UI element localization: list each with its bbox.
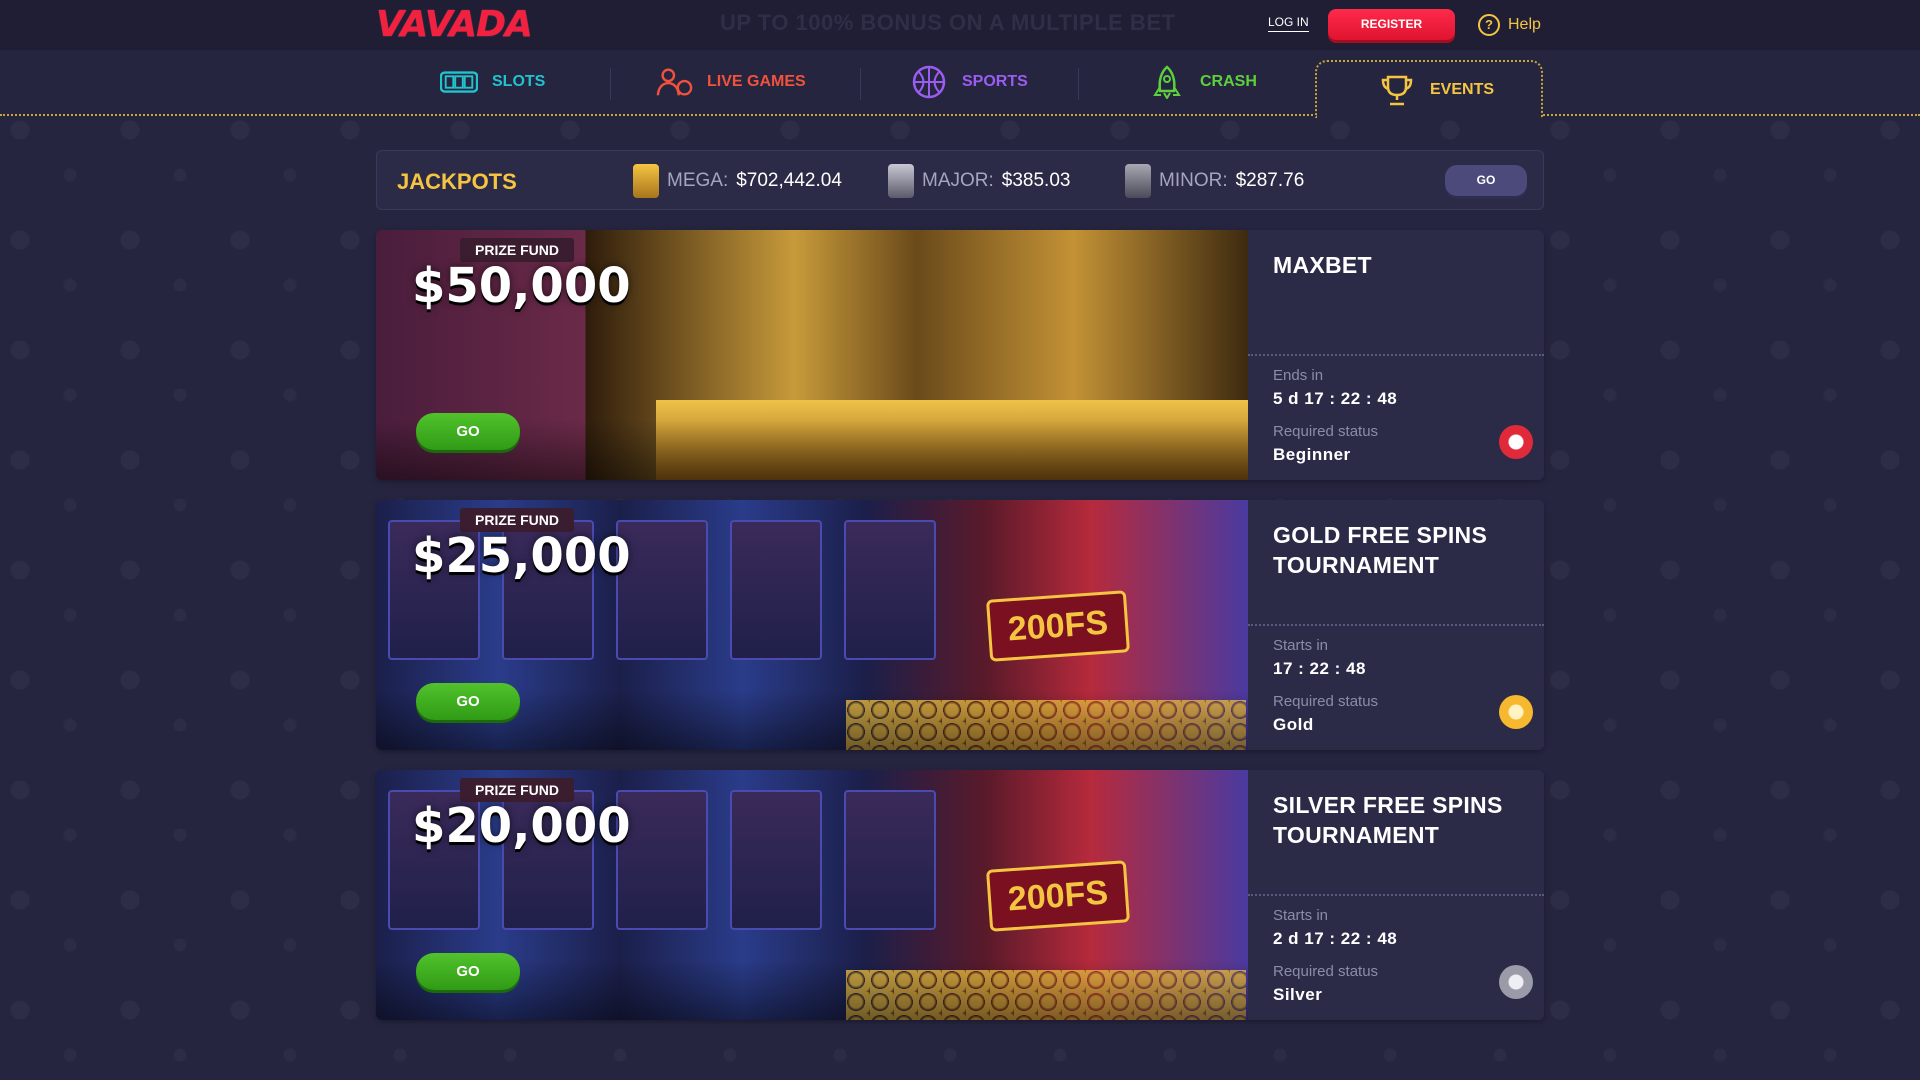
required-status-value: Beginner bbox=[1273, 445, 1351, 464]
nav-separator bbox=[1078, 68, 1079, 100]
required-status-value: Silver bbox=[1273, 985, 1323, 1004]
help-label: Help bbox=[1508, 16, 1541, 33]
beginner-status-icon bbox=[1499, 425, 1533, 459]
prize-fund-amount: $20,000 bbox=[412, 798, 631, 854]
jackpot-mega: MEGA: $702,442.04 bbox=[633, 163, 842, 199]
event-card-silver-free-spins: 200FS PRIZE FUND $20,000 GO SILVER FREE … bbox=[376, 770, 1544, 1020]
main-nav: SLOTS LIVE GAMES SPORTS CRASH EVENTS bbox=[0, 50, 1920, 118]
trophy-icon bbox=[1378, 74, 1416, 106]
promo-banner-text: UP TO 100% BONUS ON A MULTIPLE BET bbox=[720, 10, 1176, 35]
required-status-label: Required status bbox=[1273, 963, 1379, 980]
event-title[interactable]: SILVER FREE SPINS TOURNAMENT bbox=[1273, 790, 1533, 850]
banner-slot-artwork bbox=[730, 790, 822, 930]
help-link[interactable]: ? Help bbox=[1478, 12, 1541, 38]
event-countdown: 5 d 17 : 22 : 48 bbox=[1273, 389, 1398, 408]
nav-item-events[interactable]: EVENTS bbox=[1378, 72, 1494, 108]
jackpots-title: JACKPOTS bbox=[397, 169, 517, 194]
nav-item-live-games[interactable]: LIVE GAMES bbox=[655, 64, 806, 100]
banner-slot-artwork bbox=[730, 520, 822, 660]
free-spins-sign: 200FS bbox=[986, 860, 1130, 932]
nav-label-sports: SPORTS bbox=[962, 73, 1028, 90]
jackpot-mega-label: MEGA: bbox=[667, 170, 729, 191]
event-banner-image[interactable]: 200FS PRIZE FUND $25,000 GO bbox=[376, 500, 1248, 750]
info-divider bbox=[1248, 894, 1544, 896]
jackpots-go-button[interactable]: GO bbox=[1445, 165, 1527, 196]
major-jackpot-icon bbox=[888, 164, 914, 198]
event-time-label: Starts in bbox=[1273, 637, 1329, 654]
mega-jackpot-icon bbox=[633, 164, 659, 198]
help-icon: ? bbox=[1478, 14, 1500, 36]
banner-slot-artwork bbox=[844, 790, 936, 930]
silver-status-icon bbox=[1499, 965, 1533, 999]
prize-fund-amount: $50,000 bbox=[412, 258, 631, 314]
slot-machine-icon bbox=[440, 66, 478, 98]
event-countdown: 2 d 17 : 22 : 48 bbox=[1273, 929, 1398, 948]
jackpot-major: MAJOR: $385.03 bbox=[888, 163, 1070, 199]
nav-separator bbox=[610, 68, 611, 100]
event-go-button[interactable]: GO bbox=[416, 413, 520, 450]
event-info-panel: SILVER FREE SPINS TOURNAMENT Starts in 2… bbox=[1248, 770, 1544, 1020]
required-status-value: Gold bbox=[1273, 715, 1314, 734]
event-info-panel: MAXBET Ends in 5 d 17 : 22 : 48 Required… bbox=[1248, 230, 1544, 480]
nav-separator bbox=[860, 68, 861, 100]
event-card-maxbet: PRIZE FUND $50,000 GO MAXBET Ends in 5 d… bbox=[376, 230, 1544, 480]
event-time-label: Starts in bbox=[1273, 907, 1329, 924]
jackpot-minor-value: $287.76 bbox=[1235, 170, 1305, 191]
prize-fund-amount: $25,000 bbox=[412, 528, 631, 584]
nav-item-slots[interactable]: SLOTS bbox=[440, 64, 545, 100]
event-title[interactable]: MAXBET bbox=[1273, 250, 1533, 280]
nav-item-crash[interactable]: CRASH bbox=[1148, 64, 1257, 100]
event-title[interactable]: GOLD FREE SPINS TOURNAMENT bbox=[1273, 520, 1533, 580]
jackpot-minor-label: MINOR: bbox=[1159, 170, 1228, 191]
register-button[interactable]: REGISTER bbox=[1328, 9, 1455, 40]
vavada-logo[interactable]: VAVADA bbox=[376, 6, 576, 44]
required-status-label: Required status bbox=[1273, 693, 1379, 710]
basketball-icon bbox=[910, 65, 948, 99]
event-go-button[interactable]: GO bbox=[416, 683, 520, 720]
jackpots-bar: JACKPOTS MEGA: $702,442.04 MAJOR: $385.0… bbox=[376, 150, 1544, 210]
event-banner-image[interactable]: PRIZE FUND $50,000 GO bbox=[376, 230, 1248, 480]
required-status-label: Required status bbox=[1273, 423, 1379, 440]
event-time-label: Ends in bbox=[1273, 367, 1324, 384]
jackpot-major-label: MAJOR: bbox=[922, 170, 994, 191]
minor-jackpot-icon bbox=[1125, 164, 1151, 198]
event-go-button[interactable]: GO bbox=[416, 953, 520, 990]
nav-item-sports[interactable]: SPORTS bbox=[910, 64, 1028, 100]
event-card-gold-free-spins: 200FS PRIZE FUND $25,000 GO GOLD FREE SP… bbox=[376, 500, 1544, 750]
banner-slot-artwork bbox=[844, 520, 936, 660]
nav-label-slots: SLOTS bbox=[492, 73, 546, 90]
event-info-panel: GOLD FREE SPINS TOURNAMENT Starts in 17 … bbox=[1248, 500, 1544, 750]
jackpot-mega-value: $702,442.04 bbox=[736, 170, 842, 191]
login-link[interactable]: LOG IN bbox=[1268, 15, 1309, 32]
gold-status-icon bbox=[1499, 695, 1533, 729]
rocket-icon bbox=[1148, 65, 1186, 99]
jackpot-minor: MINOR: $287.76 bbox=[1125, 163, 1304, 199]
nav-label-events: EVENTS bbox=[1430, 81, 1495, 98]
nav-label-live-games: LIVE GAMES bbox=[707, 73, 806, 90]
jackpot-major-value: $385.03 bbox=[1001, 170, 1071, 191]
info-divider bbox=[1248, 624, 1544, 626]
info-divider bbox=[1248, 354, 1544, 356]
event-banner-image[interactable]: 200FS PRIZE FUND $20,000 GO bbox=[376, 770, 1248, 1020]
nav-label-crash: CRASH bbox=[1200, 73, 1257, 90]
live-dealer-icon bbox=[655, 66, 693, 98]
top-bar: VAVADA UP TO 100% BONUS ON A MULTIPLE BE… bbox=[0, 0, 1920, 50]
free-spins-sign: 200FS bbox=[986, 590, 1130, 662]
event-countdown: 17 : 22 : 48 bbox=[1273, 659, 1366, 678]
